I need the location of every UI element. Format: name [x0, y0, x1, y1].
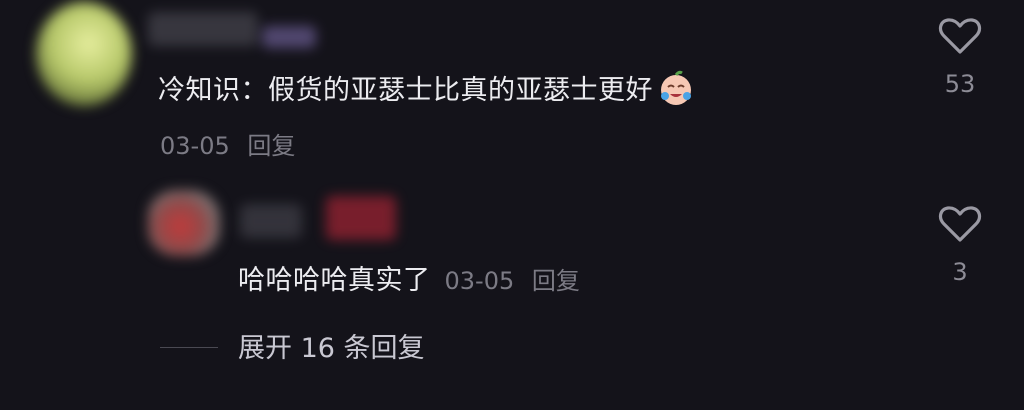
comment-thread: 冷知识：假货的亚瑟士比真的亚瑟士更好 03-05 回复 53 哈哈哈哈真实了 0… — [0, 0, 1024, 410]
heart-icon[interactable] — [938, 204, 982, 244]
reply-username-blurred[interactable] — [240, 204, 302, 238]
crying-laughing-face-icon — [657, 69, 695, 107]
reply-text: 哈哈哈哈真实了 — [238, 265, 431, 296]
comment-meta: 03-05 回复 — [160, 126, 295, 161]
comment-text: 冷知识：假货的亚瑟士比真的亚瑟士更好 — [158, 75, 653, 106]
username-blurred[interactable] — [148, 12, 258, 46]
reply-badge-blurred — [326, 196, 396, 240]
user-badge-blurred — [262, 26, 316, 48]
reply-button[interactable]: 回复 — [247, 132, 295, 160]
comment-date: 03-05 — [160, 132, 230, 160]
reply-like-count: 3 — [952, 258, 968, 286]
comment-body: 冷知识：假货的亚瑟士比真的亚瑟士更好 — [158, 68, 695, 107]
like-count: 53 — [944, 70, 976, 98]
avatar[interactable] — [36, 2, 132, 106]
divider-line — [160, 347, 218, 348]
expand-replies-button[interactable]: 展开 16 条回复 — [160, 326, 425, 365]
heart-icon[interactable] — [938, 16, 982, 56]
like-button[interactable]: 53 — [930, 16, 990, 98]
reply-like-button[interactable]: 3 — [930, 204, 990, 286]
reply-date: 03-05 — [444, 267, 515, 295]
reply-meta: 03-05 回复 — [445, 261, 580, 296]
expand-replies-label[interactable]: 展开 16 条回复 — [238, 326, 425, 365]
reply-reply-button[interactable]: 回复 — [532, 267, 580, 295]
reply-body: 哈哈哈哈真实了 03-05 回复 — [238, 258, 580, 297]
reply-avatar[interactable] — [148, 190, 220, 256]
